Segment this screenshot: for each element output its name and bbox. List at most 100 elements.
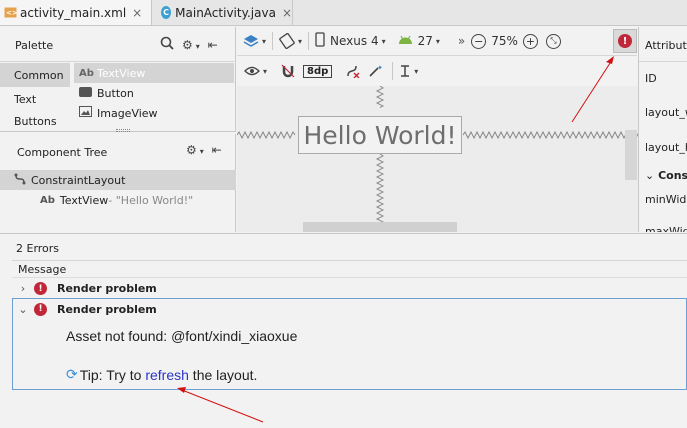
palette-item-label: Button — [97, 86, 134, 100]
hello-world-textview[interactable]: Hello World! — [298, 116, 462, 154]
issue-detail-text: Asset not found: @font/xindi_xiaoxue — [66, 328, 298, 344]
svg-text:<>: <> — [6, 9, 17, 17]
hide-panel-icon[interactable]: ⇤ — [208, 38, 218, 52]
palette-panel: Palette ⚙ ▾ ⇤ Common Text Buttons Ab Text… — [0, 27, 236, 132]
constraint-springs — [237, 86, 638, 224]
layers-icon[interactable]: ▾ — [243, 34, 266, 48]
tree-item-textview[interactable]: Ab TextView - "Hello World!" — [0, 190, 236, 210]
issue-tip: ⟳ Tip: Try to refresh the layout. — [66, 366, 257, 383]
textview-icon: Ab — [40, 194, 55, 206]
zoom-out-icon[interactable]: − — [471, 33, 487, 49]
component-tree-title: Component Tree — [17, 146, 108, 159]
error-icon: ! — [618, 34, 632, 48]
close-tab-icon[interactable]: × — [132, 6, 142, 20]
palette-category-common[interactable]: Common — [0, 63, 70, 87]
message-column-header: Message — [12, 260, 687, 278]
tree-item-label: ConstraintLayout — [31, 173, 126, 187]
palette-header-actions: ⚙ ▾ ⇤ — [160, 36, 218, 53]
tab-label: MainActivity.java — [175, 5, 276, 20]
attributes-title: Attributes — [645, 39, 687, 52]
toolbar-separator — [272, 32, 274, 50]
attribute-layout-width: layout_w — [645, 106, 687, 119]
palette-item-label: TextView — [97, 66, 146, 80]
api-level-selector[interactable]: 27 ▾ — [398, 34, 440, 48]
attribute-id: ID — [645, 72, 657, 85]
editor-tab-bar: <> activity_main.xml × C MainActivity.ja… — [0, 0, 687, 26]
section-label: Constr — [658, 169, 687, 182]
zoom-level: 75% — [491, 34, 518, 48]
tree-item-label: TextView — [59, 193, 109, 207]
attribute-max-width: maxWid — [645, 225, 687, 232]
tree-header-actions: ⚙ ▾ ⇤ — [186, 143, 222, 157]
zoom-in-icon[interactable]: + — [522, 33, 538, 49]
issue-row[interactable]: › ! Render problem — [12, 277, 687, 299]
infer-constraints-wand-icon[interactable]: ✦ — [368, 64, 382, 78]
palette-categories: Common Text Buttons — [0, 63, 70, 132]
constraint-layout-icon — [14, 173, 26, 188]
gear-icon[interactable]: ⚙ ▾ — [186, 143, 204, 157]
guidelines-icon[interactable]: ▾ — [399, 64, 418, 78]
toolbar-separator — [392, 62, 394, 80]
search-icon[interactable] — [160, 36, 174, 53]
textview-icon: Ab — [79, 67, 94, 79]
api-level-label: 27 — [417, 34, 433, 48]
issues-panel: 2 Errors Message › ! Render problem ⌄ ! … — [0, 233, 687, 428]
tip-suffix: the layout. — [188, 366, 258, 383]
design-toolbar: ▾ ▾ Nexus 4 ▾ 27 ▾ » − 75% + ⤡ ! — [237, 27, 637, 56]
palette-item-textview[interactable]: Ab TextView — [74, 63, 234, 83]
xml-file-icon: <> — [4, 6, 17, 19]
button-icon — [79, 86, 93, 100]
tree-item-constraintlayout[interactable]: ConstraintLayout — [0, 170, 236, 190]
svg-text:✦: ✦ — [377, 64, 382, 72]
tip-prefix: Tip: Try to — [79, 366, 146, 383]
palette-title: Palette — [15, 39, 54, 52]
attributes-scrollbar[interactable] — [625, 130, 637, 180]
issue-row-expanded[interactable]: ⌄ ! Render problem — [12, 298, 687, 320]
palette-header: Palette ⚙ ▾ ⇤ — [0, 27, 236, 62]
canvas-nav-bar — [303, 222, 457, 232]
clear-constraints-icon[interactable] — [346, 64, 360, 78]
attributes-panel: Attributes ID layout_w layout_h ⌄ Constr… — [638, 27, 687, 232]
attribute-layout-height: layout_h — [645, 141, 687, 154]
tab-label: activity_main.xml — [20, 5, 127, 20]
tab-main-activity[interactable]: C MainActivity.java × — [157, 0, 293, 25]
phone-icon — [315, 32, 325, 50]
device-selector[interactable]: Nexus 4 ▾ — [315, 32, 386, 50]
chevron-down-icon[interactable]: ⌄ — [12, 303, 34, 316]
error-count: 2 Errors — [16, 242, 60, 255]
palette-item-button[interactable]: Button — [74, 83, 234, 103]
toolbar-separator — [308, 32, 310, 50]
layout-toolbar: ▾ 8dp ✦ ▾ — [237, 57, 637, 85]
orientation-icon[interactable]: ▾ — [279, 33, 302, 49]
refresh-link[interactable]: refresh — [145, 367, 189, 383]
tree-item-hint: - "Hello World!" — [108, 193, 194, 207]
design-canvas[interactable]: Hello World! — [237, 86, 638, 232]
tab-activity-main[interactable]: <> activity_main.xml × — [0, 0, 152, 25]
attribute-constraints-section[interactable]: ⌄ Constr — [645, 169, 687, 182]
palette-item-imageview[interactable]: ImageView — [74, 103, 234, 123]
attribute-min-width: minWid — [645, 193, 687, 206]
autoconnect-magnet-icon[interactable] — [281, 64, 295, 78]
overflow-chevron-icon[interactable]: » — [458, 34, 465, 48]
image-icon — [79, 106, 93, 120]
issue-title: Render problem — [57, 282, 157, 295]
palette-category-text[interactable]: Text — [0, 87, 70, 111]
default-margin-selector[interactable]: 8dp — [303, 64, 333, 78]
android-icon — [398, 34, 413, 48]
palette-category-buttons[interactable]: Buttons — [0, 111, 70, 132]
hide-panel-icon[interactable]: ⇤ — [212, 143, 222, 157]
zoom-fit-icon[interactable]: ⤡ — [545, 33, 561, 49]
java-class-icon: C — [161, 6, 172, 19]
error-icon: ! — [34, 282, 47, 295]
issue-title: Render problem — [57, 302, 157, 316]
close-tab-icon[interactable]: × — [282, 6, 292, 20]
refresh-icon: ⟳ — [66, 366, 78, 382]
show-warnings-errors-button[interactable]: ! — [613, 29, 637, 53]
gear-icon[interactable]: ⚙ ▾ — [182, 38, 200, 52]
chevron-right-icon[interactable]: › — [12, 282, 34, 295]
view-options-eye-icon[interactable]: ▾ — [244, 66, 267, 76]
component-tree-panel: Component Tree ⚙ ▾ ⇤ ConstraintLayout Ab … — [0, 134, 236, 232]
error-icon: ! — [34, 302, 47, 316]
palette-items: Ab TextView Button ImageView — [74, 63, 234, 132]
palette-item-label: ImageView — [97, 106, 158, 120]
